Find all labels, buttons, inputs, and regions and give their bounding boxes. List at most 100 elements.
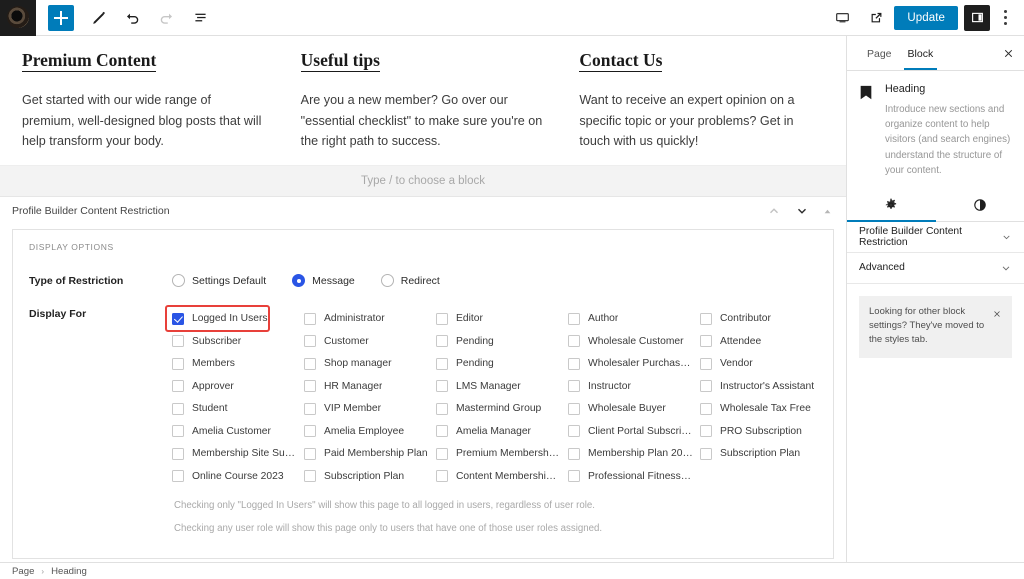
edit-tool-button[interactable] <box>82 2 114 34</box>
column-heading[interactable]: Useful tips <box>300 50 380 73</box>
checkbox-box[interactable] <box>436 312 448 325</box>
user-role-checkbox-item[interactable]: Shop manager <box>304 352 436 375</box>
checkbox-box[interactable] <box>304 425 316 438</box>
checkbox-box[interactable] <box>172 425 184 438</box>
column-heading[interactable]: Premium Content <box>22 50 157 73</box>
checkbox-box[interactable] <box>568 447 580 460</box>
user-role-checkbox-item[interactable]: Professional Fitness Plan <box>568 465 700 488</box>
radio-settings-default[interactable]: Settings Default <box>172 274 266 288</box>
user-role-checkbox-item[interactable]: Members <box>172 352 304 375</box>
checkbox-box[interactable] <box>700 335 712 348</box>
checkbox-box[interactable] <box>172 447 184 460</box>
undo-button[interactable] <box>116 2 148 34</box>
user-role-checkbox-item[interactable]: Wholesale Customer <box>568 330 700 353</box>
column-paragraph[interactable]: Want to receive an expert opinion on a s… <box>579 90 824 151</box>
tab-settings[interactable] <box>847 190 936 222</box>
column-paragraph[interactable]: Are you a new member? Go over our "essen… <box>301 90 546 151</box>
user-role-checkbox-item[interactable]: Content Membership Plan <box>436 465 568 488</box>
checkbox-box[interactable] <box>304 380 316 393</box>
checkbox-box[interactable] <box>700 425 712 438</box>
notice-close-button[interactable] <box>992 305 1002 324</box>
user-role-checkbox-item[interactable]: Wholesale Tax Free <box>700 397 840 420</box>
user-role-checkbox-item[interactable]: Amelia Employee <box>304 420 436 443</box>
column-block-1[interactable]: Premium Content Get started with our wid… <box>22 50 267 151</box>
checkbox-box[interactable] <box>700 447 712 460</box>
breadcrumb-item-heading[interactable]: Heading <box>51 566 87 577</box>
user-role-checkbox-item[interactable]: Wholesaler Purchasers <box>568 352 700 375</box>
user-role-checkbox-item[interactable]: VIP Member <box>304 397 436 420</box>
caret-up-icon[interactable] <box>823 207 832 216</box>
checkbox-box[interactable] <box>568 335 580 348</box>
checkbox-box[interactable] <box>568 380 580 393</box>
checkbox-box[interactable] <box>700 357 712 370</box>
tab-styles[interactable] <box>936 190 1024 221</box>
user-role-checkbox-item[interactable]: Amelia Manager <box>436 420 568 443</box>
checkbox-box[interactable] <box>304 402 316 415</box>
user-role-checkbox-item[interactable]: Wholesale Buyer <box>568 397 700 420</box>
user-role-checkbox-item[interactable]: Logged In Users <box>165 305 270 332</box>
user-role-checkbox-item[interactable]: Administrator <box>304 307 436 330</box>
checkbox-box[interactable] <box>304 335 316 348</box>
sidebar-row-profile-builder[interactable]: Profile Builder Content Restriction <box>847 222 1024 253</box>
user-role-checkbox-item[interactable]: HR Manager <box>304 375 436 398</box>
checkbox-box[interactable] <box>172 335 184 348</box>
checkbox-box[interactable] <box>436 335 448 348</box>
user-role-checkbox-item[interactable]: Subscription Plan <box>700 442 840 465</box>
add-block-button[interactable] <box>48 4 74 31</box>
checkbox-box[interactable] <box>172 402 184 415</box>
user-role-checkbox-item[interactable]: Instructor <box>568 375 700 398</box>
user-role-checkbox-item[interactable]: Contributor <box>700 307 840 330</box>
radio-circle[interactable] <box>172 274 185 288</box>
redo-button[interactable] <box>150 2 182 34</box>
tab-page[interactable]: Page <box>859 38 900 69</box>
column-block-2[interactable]: Useful tips Are you a new member? Go ove… <box>300 50 546 151</box>
checkbox-box[interactable] <box>700 402 712 415</box>
user-role-checkbox-item[interactable]: PRO Subscription <box>700 420 840 443</box>
tab-block[interactable]: Block <box>900 38 942 70</box>
chevron-down-icon[interactable] <box>795 204 809 218</box>
user-role-checkbox-item[interactable]: LMS Manager <box>436 375 568 398</box>
close-sidebar-button[interactable] <box>996 41 1020 65</box>
checkbox-box[interactable] <box>172 312 184 325</box>
more-options-button[interactable] <box>994 5 1016 31</box>
user-role-checkbox-item[interactable]: Pending <box>436 330 568 353</box>
checkbox-box[interactable] <box>568 312 580 325</box>
empty-block-appender[interactable]: Type / to choose a block <box>0 165 846 197</box>
checkbox-box[interactable] <box>304 447 316 460</box>
checkbox-box[interactable] <box>568 425 580 438</box>
user-role-checkbox-item[interactable]: Membership Plan 2023 <box>568 442 700 465</box>
column-heading[interactable]: Contact Us <box>579 50 663 73</box>
user-role-checkbox-item[interactable]: Paid Membership Plan <box>304 442 436 465</box>
radio-message[interactable]: Message <box>292 274 355 288</box>
checkbox-box[interactable] <box>304 312 316 325</box>
radio-circle[interactable] <box>380 274 394 288</box>
checkbox-box[interactable] <box>436 402 448 415</box>
user-role-checkbox-item[interactable]: Approver <box>172 375 304 398</box>
user-role-checkbox-item[interactable]: Instructor's Assistant <box>700 375 840 398</box>
site-logo-icon[interactable] <box>0 0 36 36</box>
user-role-checkbox-item[interactable]: Student <box>172 397 304 420</box>
view-post-external-button[interactable] <box>860 2 892 34</box>
checkbox-box[interactable] <box>172 357 184 370</box>
checkbox-box[interactable] <box>172 380 184 393</box>
list-view-button[interactable] <box>184 2 216 34</box>
user-role-checkbox-item[interactable]: Online Course 2023 <box>172 465 304 488</box>
user-role-checkbox-item[interactable]: Amelia Customer <box>172 420 304 443</box>
checkbox-box[interactable] <box>436 425 448 438</box>
sidebar-row-advanced[interactable]: Advanced <box>847 253 1024 284</box>
user-role-checkbox-item[interactable]: Membership Site Subscript... <box>172 442 304 465</box>
settings-sidebar-toggle[interactable] <box>964 4 990 31</box>
user-role-checkbox-item[interactable]: Subscription Plan <box>304 465 436 488</box>
checkbox-box[interactable] <box>436 447 448 460</box>
radio-redirect[interactable]: Redirect <box>380 274 440 288</box>
user-role-checkbox-item[interactable]: Attendee <box>700 330 840 353</box>
user-role-checkbox-item[interactable]: Pending <box>436 352 568 375</box>
update-button[interactable]: Update <box>894 5 958 30</box>
user-role-checkbox-item[interactable]: Editor <box>436 307 568 330</box>
checkbox-box[interactable] <box>568 357 580 370</box>
user-role-checkbox-item[interactable]: Premium Membership Con... <box>436 442 568 465</box>
column-block-3[interactable]: Contact Us Want to receive an expert opi… <box>579 50 824 151</box>
checkbox-box[interactable] <box>700 380 712 393</box>
user-role-checkbox-item[interactable]: Author <box>568 307 700 330</box>
checkbox-box[interactable] <box>172 470 184 483</box>
